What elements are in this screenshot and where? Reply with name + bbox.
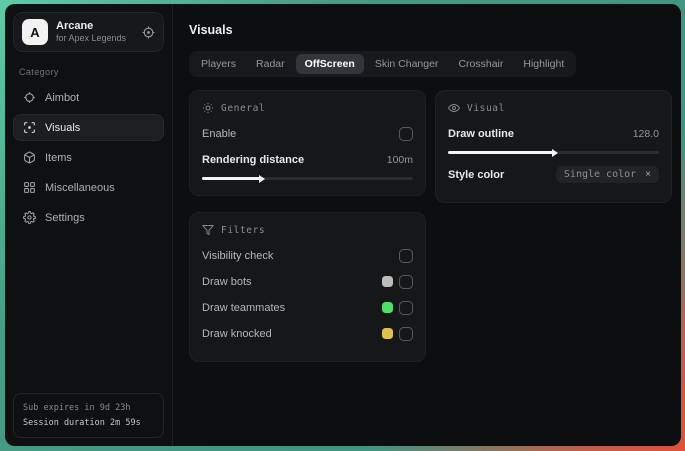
rendering-distance-slider[interactable]: [202, 174, 413, 183]
visibility-check-checkbox[interactable]: [399, 248, 413, 263]
eye-icon: [448, 102, 460, 114]
style-color-label: Style color: [448, 168, 505, 181]
package-icon: [23, 151, 36, 164]
draw-outline-row: Draw outline 128.0: [448, 123, 659, 144]
grid-icon: [23, 181, 36, 194]
rendering-distance-value: 100m: [386, 153, 413, 166]
sidebar-item-label: Settings: [45, 211, 85, 224]
sidebar-item-aimbot[interactable]: Aimbot: [13, 84, 164, 111]
draw-outline-label: Draw outline: [448, 127, 515, 140]
card-title: General: [221, 102, 266, 114]
filter-icon: [202, 224, 214, 236]
style-color-selected-value: Single color: [563, 169, 637, 180]
enable-checkbox[interactable]: [399, 126, 413, 141]
visibility-check-label: Visibility check: [202, 249, 274, 262]
filters-card-header: Filters: [202, 224, 413, 236]
draw-bots-row: Draw bots: [202, 271, 413, 292]
slider-fill: [448, 151, 554, 154]
sidebar-item-items[interactable]: Items: [13, 144, 164, 171]
enable-label: Enable: [202, 127, 237, 140]
sidebar-item-settings[interactable]: Settings: [13, 204, 164, 231]
card-title: Filters: [221, 224, 266, 236]
crosshair-icon: [23, 91, 36, 104]
session-duration-text: Session duration 2m 59s: [23, 417, 141, 428]
draw-outline-value: 128.0: [632, 127, 659, 140]
main-panel: Visuals Players Radar OffScreen Skin Cha…: [173, 4, 681, 446]
draw-knocked-checkbox[interactable]: [399, 326, 413, 341]
sidebar: A Arcane for Apex Legends Category Aimbo…: [5, 4, 173, 446]
draw-knocked-color-swatch[interactable]: [382, 328, 393, 339]
cards-grid: General Enable Rendering distance 100m V…: [189, 90, 672, 362]
sub-expiry-text: Sub expires in 9d 23h: [23, 403, 131, 414]
sidebar-nav: Aimbot Visuals Items Miscellaneous Setti…: [13, 84, 164, 231]
brand-text: Arcane for Apex Legends: [56, 20, 126, 45]
sidebar-item-label: Items: [45, 151, 72, 164]
style-color-row: Style color Single color ×: [448, 164, 659, 185]
draw-bots-color-swatch[interactable]: [382, 276, 393, 287]
gear-icon: [23, 211, 36, 224]
sidebar-item-label: Aimbot: [45, 91, 80, 104]
brand-card: A Arcane for Apex Legends: [13, 12, 164, 52]
eye-icon: [23, 121, 36, 134]
rendering-distance-row: Rendering distance 100m: [202, 149, 413, 170]
app-window: A Arcane for Apex Legends Category Aimbo…: [5, 4, 681, 446]
visibility-check-row: Visibility check: [202, 245, 413, 266]
filters-card: Filters Visibility check Draw bots Draw …: [189, 212, 426, 362]
close-icon[interactable]: ×: [645, 169, 651, 180]
tab-offscreen[interactable]: OffScreen: [295, 54, 364, 74]
draw-bots-label: Draw bots: [202, 275, 252, 288]
draw-teammates-checkbox[interactable]: [399, 300, 413, 315]
app-subtitle: for Apex Legends: [56, 33, 127, 44]
draw-teammates-row: Draw teammates: [202, 297, 413, 318]
category-label: Category: [19, 67, 59, 77]
card-title: Visual: [467, 102, 505, 114]
tab-players[interactable]: Players: [192, 54, 245, 74]
tab-radar[interactable]: Radar: [247, 54, 294, 74]
sun-icon: [202, 102, 214, 114]
draw-teammates-label: Draw teammates: [202, 301, 286, 314]
app-name: Arcane: [56, 19, 94, 32]
sidebar-item-visuals[interactable]: Visuals: [13, 114, 164, 141]
tab-highlight[interactable]: Highlight: [514, 54, 573, 74]
tab-crosshair[interactable]: Crosshair: [449, 54, 512, 74]
slider-fill: [202, 177, 262, 180]
tab-bar: Players Radar OffScreen Skin Changer Cro…: [189, 51, 577, 77]
visual-card: Visual Draw outline 128.0 Style color Si…: [435, 90, 672, 203]
sidebar-item-miscellaneous[interactable]: Miscellaneous: [13, 174, 164, 201]
sidebar-item-label: Miscellaneous: [45, 181, 115, 194]
style-color-select[interactable]: Single color ×: [555, 166, 659, 183]
slider-thumb[interactable]: [551, 148, 558, 157]
draw-bots-checkbox[interactable]: [399, 274, 413, 289]
draw-knocked-row: Draw knocked: [202, 323, 413, 344]
rendering-distance-label: Rendering distance: [202, 153, 305, 166]
visual-card-header: Visual: [448, 102, 659, 114]
app-logo: A: [22, 19, 48, 45]
subscription-info: Sub expires in 9d 23h Session duration 2…: [13, 393, 164, 438]
page-title: Visuals: [189, 23, 233, 37]
general-card: General Enable Rendering distance 100m: [189, 90, 426, 196]
general-card-header: General: [202, 102, 413, 114]
sidebar-item-label: Visuals: [45, 121, 81, 134]
slider-thumb[interactable]: [259, 174, 266, 183]
tab-skin-changer[interactable]: Skin Changer: [366, 54, 448, 74]
enable-row: Enable: [202, 123, 413, 144]
draw-teammates-color-swatch[interactable]: [382, 302, 393, 313]
draw-outline-slider[interactable]: [448, 148, 659, 157]
draw-knocked-label: Draw knocked: [202, 327, 272, 340]
target-icon[interactable]: [142, 26, 155, 39]
